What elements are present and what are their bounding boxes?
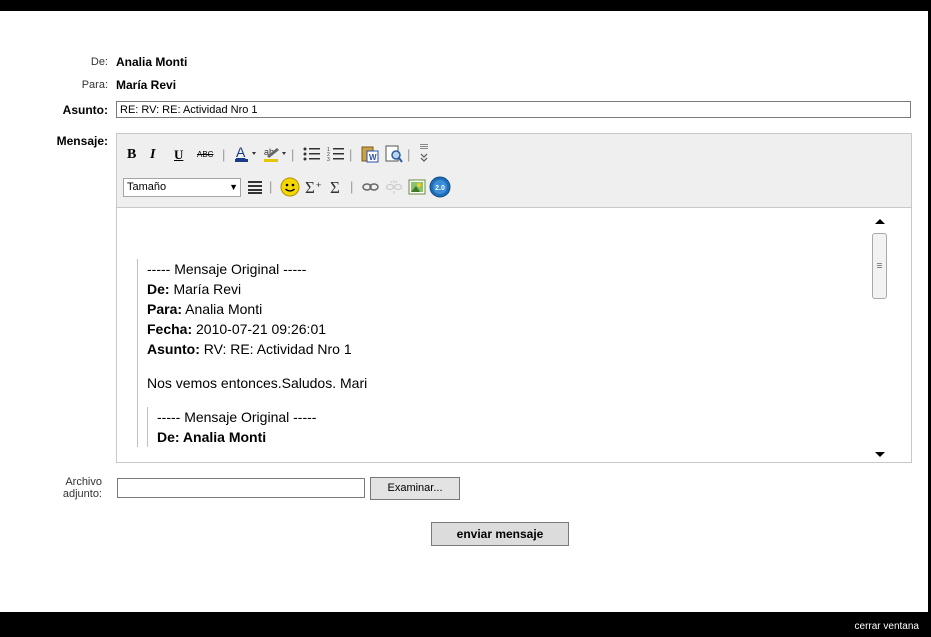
quoted-from-label: De:	[147, 281, 170, 297]
link-icon[interactable]	[362, 181, 380, 196]
message-label: Mensaje:	[56, 134, 108, 148]
svg-text:Σ: Σ	[330, 178, 340, 196]
preview-icon[interactable]	[385, 145, 403, 166]
bold-button[interactable]: B	[127, 147, 136, 163]
version-badge-text: 2.0	[435, 185, 445, 192]
svg-text:Σ: Σ	[305, 178, 315, 196]
highlight-icon[interactable]: ab	[263, 144, 291, 167]
nested-partial-line: De: Analia Monti	[157, 429, 267, 445]
chevron-down-icon: ▼	[229, 182, 238, 192]
quoted-subject: Asunto: RV: RE: Actividad Nro 1	[147, 339, 847, 359]
send-message-button[interactable]: enviar mensaje	[431, 522, 569, 546]
footer-bar: cerrar ventana	[0, 612, 931, 637]
more-icon[interactable]	[419, 143, 429, 166]
smiley-icon[interactable]	[280, 177, 300, 200]
strikethrough-button[interactable]: ABC	[197, 150, 213, 159]
toolbar-separator: |	[349, 147, 353, 162]
quoted-from-value: María Revi	[173, 281, 242, 297]
quoted-date-value: 2010-07-21 09:26:01	[196, 321, 327, 337]
nested-quote: ----- Mensaje Original ----- De: Analia …	[147, 407, 847, 447]
sum-icon[interactable]: Σ +	[305, 178, 325, 199]
align-icon[interactable]	[247, 180, 263, 197]
svg-text:A: A	[236, 144, 246, 160]
nested-separator: ----- Mensaje Original -----	[157, 409, 317, 425]
subject-input[interactable]	[116, 101, 911, 118]
toolbar-separator: |	[407, 147, 411, 162]
toolbar-separator: |	[222, 147, 226, 162]
quoted-to-label: Para:	[147, 301, 183, 317]
font-color-icon[interactable]: A	[234, 144, 262, 167]
original-separator: ----- Mensaje Original -----	[147, 261, 307, 277]
attachment-file-input[interactable]	[117, 478, 365, 498]
svg-text:+: +	[316, 180, 321, 190]
attachment-label-line1: Archivo	[65, 476, 102, 488]
font-size-select-value: Tamaño	[127, 181, 167, 193]
version-icon[interactable]: 2.0	[429, 176, 451, 201]
image-icon[interactable]	[408, 179, 426, 198]
paste-word-icon[interactable]: W	[361, 145, 379, 166]
to-label: Para:	[81, 79, 108, 91]
toolbar-separator: |	[269, 179, 273, 194]
toolbar-separator: |	[291, 147, 295, 162]
svg-text:3: 3	[327, 157, 330, 162]
quoted-date-label: Fecha:	[147, 321, 193, 337]
unlink-icon[interactable]	[385, 178, 403, 199]
vertical-scrollbar[interactable]	[869, 208, 891, 462]
from-value: Analia Monti	[116, 55, 188, 69]
italic-button[interactable]: I	[150, 147, 155, 163]
quoted-date: Fecha: 2010-07-21 09:26:01	[147, 319, 847, 339]
scroll-down-icon[interactable]	[874, 448, 886, 462]
quoted-subject-label: Asunto:	[147, 341, 200, 357]
scroll-up-icon[interactable]	[874, 214, 886, 228]
toolbar-separator: |	[350, 179, 354, 194]
to-value: María Revi	[116, 78, 177, 92]
quoted-from: De: María Revi	[147, 279, 847, 299]
svg-text:W: W	[369, 153, 377, 162]
attachment-label: Archivo adjunto:	[40, 476, 102, 500]
attachment-label-line2: adjunto:	[62, 488, 102, 500]
subject-label: Asunto:	[62, 103, 108, 117]
quoted-message: ----- Mensaje Original ----- De: María R…	[137, 259, 847, 447]
message-body: Nos vemos entonces.Saludos. Mari	[147, 375, 368, 391]
browse-button[interactable]: Examinar...	[370, 477, 460, 500]
rich-text-editor[interactable]: B I U ABC | A ab | 123 | W | Tamaño ▼ | …	[116, 133, 912, 463]
close-window-link[interactable]: cerrar ventana	[855, 621, 919, 632]
from-label: De:	[90, 56, 108, 68]
font-size-select[interactable]: Tamaño ▼	[123, 178, 241, 197]
quoted-to: Para: Analia Monti	[147, 299, 847, 319]
quoted-subject-value: RV: RE: Actividad Nro 1	[203, 341, 352, 357]
quoted-to-value: Analia Monti	[185, 301, 263, 317]
sigma-icon[interactable]: Σ	[330, 178, 346, 199]
bullet-list-icon[interactable]	[303, 146, 321, 165]
numbered-list-icon[interactable]: 123	[327, 146, 345, 165]
editor-content[interactable]: ----- Mensaje Original ----- De: María R…	[117, 208, 911, 462]
editor-toolbar: B I U ABC | A ab | 123 | W | Tamaño ▼ | …	[117, 134, 911, 208]
underline-button[interactable]: U	[174, 147, 183, 163]
scrollbar-thumb[interactable]	[872, 233, 887, 299]
top-border	[0, 0, 931, 11]
